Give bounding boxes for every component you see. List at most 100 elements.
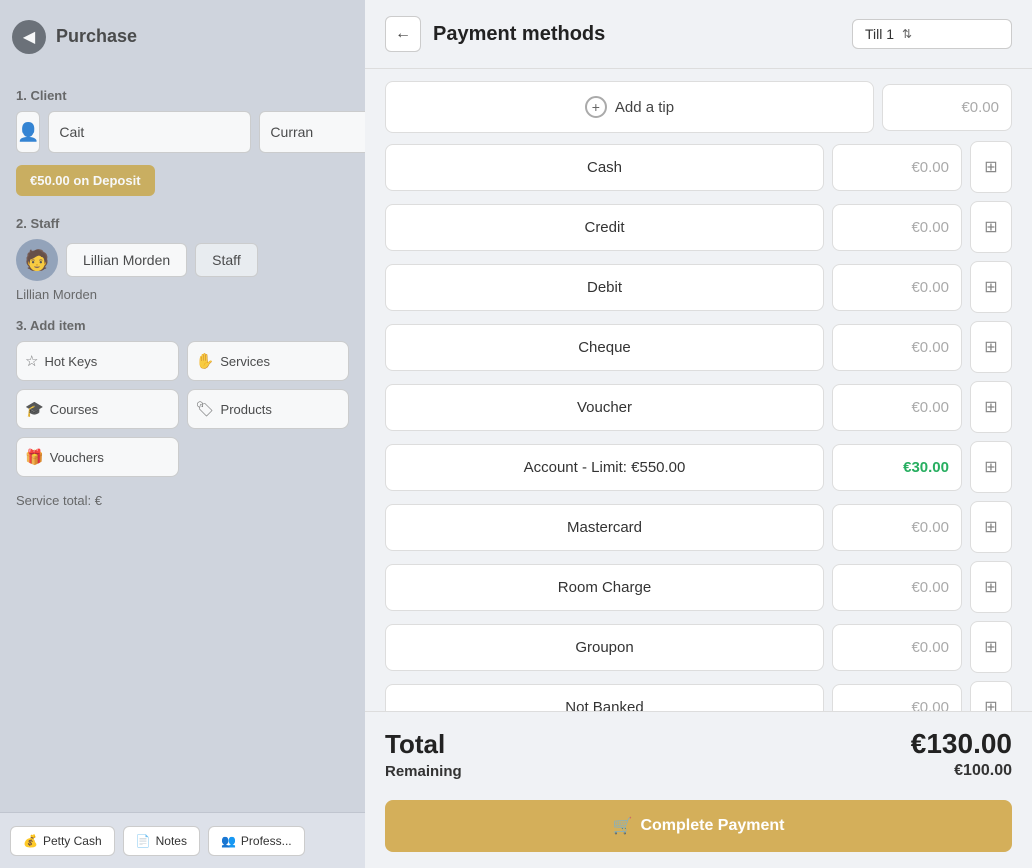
- staff-avatar: 🧑: [16, 239, 58, 281]
- hot-keys-icon: ☆: [25, 352, 38, 370]
- hot-keys-button[interactable]: ☆ Hot Keys: [16, 341, 179, 381]
- voucher-button[interactable]: Voucher: [385, 384, 824, 431]
- client-firstname-input[interactable]: [48, 111, 251, 153]
- calc-icon: ⊞: [984, 637, 997, 657]
- back-arrow-icon: ←: [395, 25, 411, 43]
- payment-back-button[interactable]: ←: [385, 16, 421, 52]
- payment-row-mastercard: Mastercard €0.00 ⊞: [385, 501, 1012, 553]
- page-title: Purchase: [56, 26, 137, 47]
- courses-button[interactable]: 🎓 Courses: [16, 389, 179, 429]
- remaining-value: €100.00: [954, 762, 1012, 780]
- payment-row-cash: Cash €0.00 ⊞: [385, 141, 1012, 193]
- groupon-calc-button[interactable]: ⊞: [970, 621, 1012, 673]
- cheque-calc-button[interactable]: ⊞: [970, 321, 1012, 373]
- profess-button[interactable]: 👥 Profess...: [208, 826, 305, 856]
- notes-icon: 📄: [136, 834, 151, 848]
- account-calc-button[interactable]: ⊞: [970, 441, 1012, 493]
- calc-icon: ⊞: [984, 277, 997, 297]
- till-selector[interactable]: Till 1 ⇅: [852, 19, 1012, 49]
- payment-row-room-charge: Room Charge €0.00 ⊞: [385, 561, 1012, 613]
- vouchers-button[interactable]: 🎁 Vouchers: [16, 437, 179, 477]
- voucher-amount: €0.00: [832, 384, 962, 431]
- room-charge-calc-button[interactable]: ⊞: [970, 561, 1012, 613]
- products-label: Products: [221, 402, 272, 417]
- till-arrows-icon: ⇅: [902, 27, 912, 41]
- staff-sub-text: Lillian Morden: [16, 287, 349, 302]
- credit-button[interactable]: Credit: [385, 204, 824, 251]
- account-amount: €30.00: [832, 444, 962, 491]
- payment-row-voucher: Voucher €0.00 ⊞: [385, 381, 1012, 433]
- debit-amount: €0.00: [832, 264, 962, 311]
- voucher-calc-button[interactable]: ⊞: [970, 381, 1012, 433]
- credit-amount: €0.00: [832, 204, 962, 251]
- add-tip-button[interactable]: + Add a tip: [385, 81, 874, 133]
- total-label: Total: [385, 729, 445, 760]
- groupon-amount: €0.00: [832, 624, 962, 671]
- remaining-label: Remaining: [385, 763, 462, 780]
- payment-row-account: Account - Limit: €550.00 €30.00 ⊞: [385, 441, 1012, 493]
- room-charge-button[interactable]: Room Charge: [385, 564, 824, 611]
- petty-cash-label: Petty Cash: [43, 834, 102, 848]
- payment-title: Payment methods: [433, 23, 840, 46]
- left-panel: ◀ Purchase 1. Client 👤 €50.00 on Deposit…: [0, 0, 365, 868]
- total-section: Total €130.00 Remaining €100.00: [365, 711, 1032, 790]
- item-grid: ☆ Hot Keys ✋ Services 🎓 Courses 🏷 Produc…: [16, 341, 349, 477]
- staff-name-button[interactable]: Lillian Morden: [66, 243, 187, 277]
- payment-methods-list: + Add a tip €0.00 Cash €0.00 ⊞ Credit €0…: [365, 69, 1032, 711]
- payment-panel: ← Payment methods Till 1 ⇅ + Add a tip €…: [365, 0, 1032, 868]
- notes-label: Notes: [156, 834, 187, 848]
- cash-calc-button[interactable]: ⊞: [970, 141, 1012, 193]
- add-tip-label: Add a tip: [615, 99, 674, 116]
- products-button[interactable]: 🏷 Products: [187, 389, 350, 429]
- calc-icon: ⊞: [984, 457, 997, 477]
- petty-cash-button[interactable]: 💰 Petty Cash: [10, 826, 115, 856]
- debit-calc-button[interactable]: ⊞: [970, 261, 1012, 313]
- calc-icon: ⊞: [984, 517, 997, 537]
- not-banked-button[interactable]: Not Banked: [385, 684, 824, 712]
- room-charge-amount: €0.00: [832, 564, 962, 611]
- cheque-button[interactable]: Cheque: [385, 324, 824, 371]
- account-button[interactable]: Account - Limit: €550.00: [385, 444, 824, 491]
- not-banked-calc-button[interactable]: ⊞: [970, 681, 1012, 711]
- complete-payment-button[interactable]: 🛒 Complete Payment: [385, 800, 1012, 852]
- petty-cash-icon: 💰: [23, 834, 38, 848]
- back-button[interactable]: ◀: [12, 20, 46, 54]
- services-icon: ✋: [196, 352, 215, 370]
- products-icon: 🏷: [196, 400, 215, 418]
- remaining-row: Remaining €100.00: [385, 762, 1012, 780]
- deposit-button[interactable]: €50.00 on Deposit: [16, 165, 155, 196]
- mastercard-button[interactable]: Mastercard: [385, 504, 824, 551]
- staff-section-label: 2. Staff: [16, 216, 349, 231]
- bottom-toolbar: 💰 Petty Cash 📄 Notes 👥 Profess...: [0, 812, 365, 868]
- payment-row-credit: Credit €0.00 ⊞: [385, 201, 1012, 253]
- courses-icon: 🎓: [25, 400, 44, 418]
- hot-keys-label: Hot Keys: [44, 354, 97, 369]
- calc-icon: ⊞: [984, 337, 997, 357]
- payment-row-debit: Debit €0.00 ⊞: [385, 261, 1012, 313]
- till-label: Till 1: [865, 26, 894, 42]
- profess-icon: 👥: [221, 834, 236, 848]
- payment-header: ← Payment methods Till 1 ⇅: [365, 0, 1032, 69]
- services-button[interactable]: ✋ Services: [187, 341, 350, 381]
- debit-button[interactable]: Debit: [385, 264, 824, 311]
- groupon-button[interactable]: Groupon: [385, 624, 824, 671]
- cash-button[interactable]: Cash: [385, 144, 824, 191]
- vouchers-label: Vouchers: [50, 450, 104, 465]
- calc-icon: ⊞: [984, 217, 997, 237]
- mastercard-amount: €0.00: [832, 504, 962, 551]
- calc-icon: ⊞: [984, 577, 997, 597]
- cheque-amount: €0.00: [832, 324, 962, 371]
- client-section-label: 1. Client: [16, 88, 349, 103]
- calc-icon: ⊞: [984, 397, 997, 417]
- notes-button[interactable]: 📄 Notes: [123, 826, 200, 856]
- calc-icon: ⊞: [984, 157, 997, 177]
- complete-payment-label: Complete Payment: [640, 817, 784, 835]
- profess-label: Profess...: [241, 834, 292, 848]
- payment-row-groupon: Groupon €0.00 ⊞: [385, 621, 1012, 673]
- calc-icon: ⊞: [984, 697, 997, 711]
- total-row: Total €130.00: [385, 728, 1012, 760]
- total-value: €130.00: [911, 728, 1012, 760]
- mastercard-calc-button[interactable]: ⊞: [970, 501, 1012, 553]
- staff-dropdown-button[interactable]: Staff: [195, 243, 258, 277]
- credit-calc-button[interactable]: ⊞: [970, 201, 1012, 253]
